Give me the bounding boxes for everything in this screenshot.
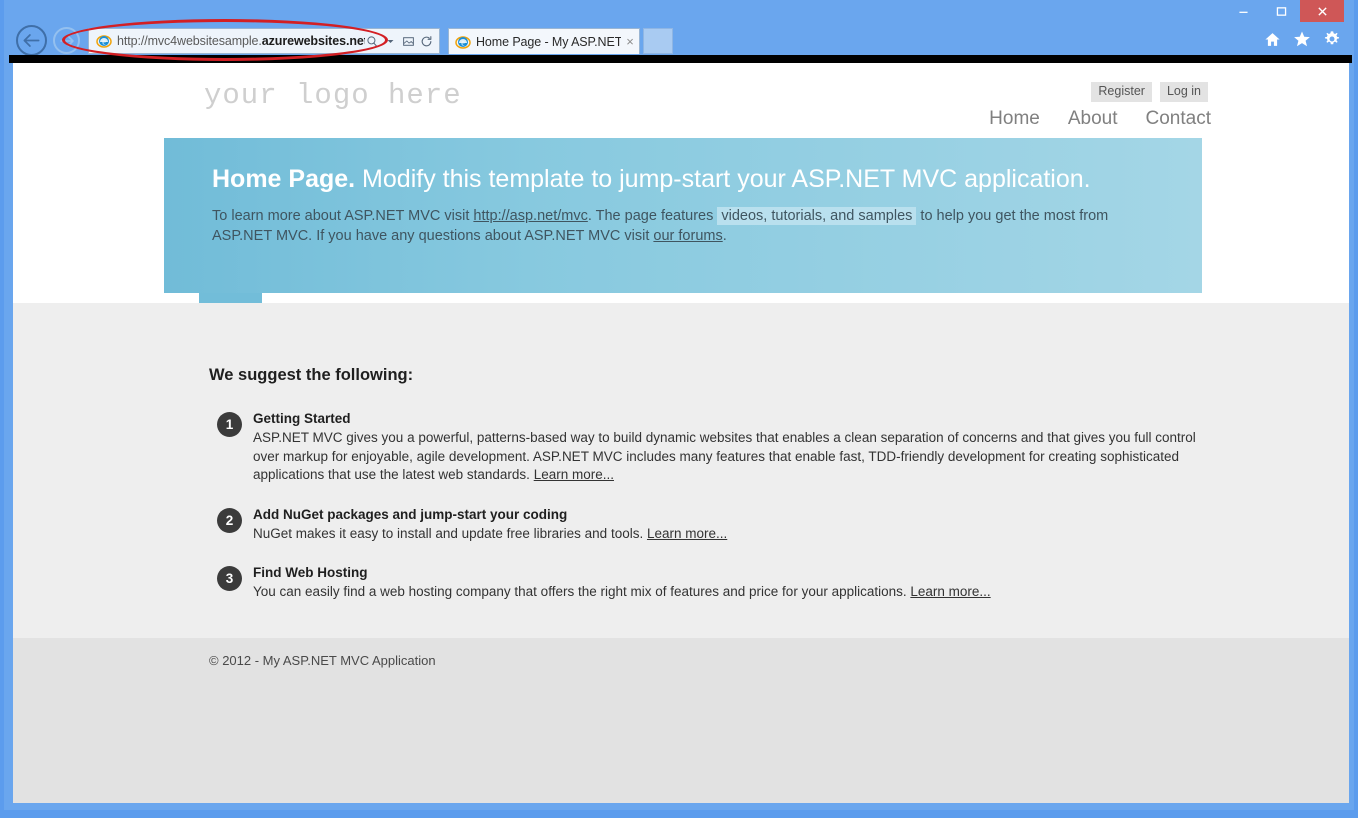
ie-favicon-icon: e	[93, 31, 115, 51]
hero-banner: Home Page. Modify this template to jump-…	[164, 138, 1202, 293]
list-item: 3 Find Web Hosting You can easily find a…	[209, 565, 1209, 602]
videos-tutorials-samples-link[interactable]: videos, tutorials, and samples	[717, 207, 916, 225]
browser-tab[interactable]: e Home Page - My ASP.NET ... ×	[448, 28, 640, 54]
back-button[interactable]	[16, 25, 47, 56]
new-tab-button[interactable]	[643, 28, 673, 54]
compatibility-view-icon[interactable]	[401, 33, 416, 50]
browser-chrome-toolbar: e http://mvc4websitesample.azurewebsites…	[4, 0, 1354, 58]
our-forums-link[interactable]: our forums	[653, 228, 722, 244]
hero-banner-wrapper: Home Page. Modify this template to jump-…	[13, 138, 1349, 303]
main-content: We suggest the following: 1 Getting Star…	[13, 303, 1349, 638]
minimize-button[interactable]	[1224, 0, 1262, 22]
close-button[interactable]	[1300, 0, 1344, 22]
hero-title: Home Page. Modify this template to jump-…	[212, 165, 1091, 194]
hero-body-text: To learn more about ASP.NET MVC visit ht…	[212, 206, 1157, 246]
learn-more-link[interactable]: Learn more...	[647, 526, 727, 541]
suggestions-list: 1 Getting Started ASP.NET MVC gives you …	[209, 411, 1209, 624]
list-item: 1 Getting Started ASP.NET MVC gives you …	[209, 411, 1209, 485]
forward-arrow-icon	[59, 33, 75, 49]
learn-more-link[interactable]: Learn more...	[910, 584, 990, 599]
window-controls	[1224, 0, 1344, 22]
settings-gear-icon[interactable]	[1322, 29, 1342, 49]
address-prefix: http://mvc4websitesample.	[117, 34, 262, 48]
auth-links: Register Log in	[1091, 82, 1208, 102]
refresh-icon[interactable]	[419, 33, 434, 50]
favorites-star-icon[interactable]	[1292, 29, 1312, 49]
browser-window-inner: e http://mvc4websitesample.azurewebsites…	[4, 0, 1354, 810]
tab-close-icon[interactable]: ×	[621, 34, 639, 49]
chevron-down-icon[interactable]	[383, 33, 398, 50]
address-domain: azurewebsites.net	[262, 34, 365, 48]
hero-body-part1: To learn more about ASP.NET MVC visit	[212, 208, 473, 224]
site-footer: © 2012 - My ASP.NET MVC Application	[13, 638, 1349, 803]
browser-toolbar-icons	[1262, 29, 1342, 49]
hero-body-part4: .	[723, 228, 727, 244]
search-icon[interactable]	[365, 33, 380, 50]
suggestion-body: NuGet makes it easy to install and updat…	[253, 525, 1203, 544]
suggestion-heading: Getting Started	[253, 411, 1209, 426]
hero-body-part2: . The page features	[588, 208, 718, 224]
aspnet-mvc-link[interactable]: http://asp.net/mvc	[473, 208, 587, 224]
login-link[interactable]: Log in	[1160, 82, 1208, 102]
home-icon[interactable]	[1262, 29, 1282, 49]
hero-title-rest: Modify this template to jump-start your …	[355, 165, 1091, 193]
hero-title-bold: Home Page.	[212, 165, 355, 193]
suggestions-heading: We suggest the following:	[209, 366, 413, 385]
address-bar-icons	[365, 33, 439, 50]
suggestion-heading: Add NuGet packages and jump-start your c…	[253, 507, 1209, 522]
footer-copyright: © 2012 - My ASP.NET MVC Application	[209, 653, 436, 668]
svg-text:e: e	[461, 38, 465, 47]
suggestion-body-text: You can easily find a web hosting compan…	[253, 584, 910, 599]
site-header: your logo here Register Log in Home Abou…	[13, 63, 1349, 138]
suggestion-body-text: NuGet makes it easy to install and updat…	[253, 526, 647, 541]
nav-item-contact[interactable]: Contact	[1146, 108, 1211, 130]
main-navigation: Home About Contact	[989, 108, 1211, 130]
register-link[interactable]: Register	[1091, 82, 1152, 102]
suggestion-number-badge: 1	[217, 412, 242, 437]
suggestion-heading: Find Web Hosting	[253, 565, 1209, 580]
maximize-button[interactable]	[1262, 0, 1300, 22]
tab-favicon-icon: e	[453, 34, 473, 50]
site-logo[interactable]: your logo here	[204, 79, 462, 112]
suggestion-number-badge: 2	[217, 508, 242, 533]
list-item: 2 Add NuGet packages and jump-start your…	[209, 507, 1209, 544]
suggestion-number-badge: 3	[217, 566, 242, 591]
tab-title: Home Page - My ASP.NET ...	[473, 35, 621, 49]
forward-button[interactable]	[53, 27, 80, 54]
suggestion-body-text: ASP.NET MVC gives you a powerful, patter…	[253, 430, 1196, 482]
learn-more-link[interactable]: Learn more...	[534, 467, 614, 482]
nav-item-about[interactable]: About	[1068, 108, 1118, 130]
chrome-separator	[9, 55, 1352, 63]
nav-item-home[interactable]: Home	[989, 108, 1040, 130]
svg-text:e: e	[102, 38, 106, 47]
back-arrow-icon	[22, 31, 41, 50]
suggestion-body: You can easily find a web hosting compan…	[253, 583, 1203, 602]
browser-window: e http://mvc4websitesample.azurewebsites…	[0, 0, 1358, 818]
address-bar[interactable]: e http://mvc4websitesample.azurewebsites…	[88, 28, 440, 54]
suggestion-body: ASP.NET MVC gives you a powerful, patter…	[253, 429, 1203, 485]
address-text[interactable]: http://mvc4websitesample.azurewebsites.n…	[115, 34, 365, 48]
page-viewport: your logo here Register Log in Home Abou…	[13, 63, 1349, 803]
